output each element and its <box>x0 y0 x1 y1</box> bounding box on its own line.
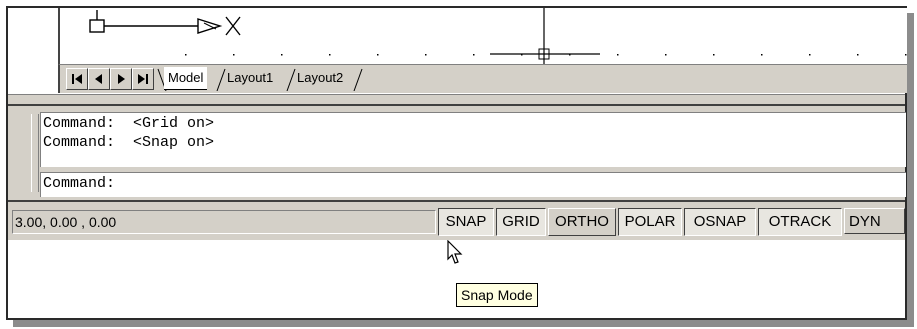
tab-model[interactable]: Model <box>164 67 208 90</box>
command-input[interactable]: Command: <box>40 172 906 197</box>
tab-edge <box>353 68 363 91</box>
ortho-toggle-button[interactable]: ORTHO <box>548 208 616 236</box>
grid-dot <box>857 54 859 56</box>
grid-dot <box>473 54 475 56</box>
polar-toggle-button[interactable]: POLAR <box>618 208 682 236</box>
grid-dot <box>233 54 235 56</box>
drawing-canvas[interactable] <box>58 8 907 64</box>
command-window-grip[interactable] <box>31 114 39 192</box>
first-tab-button[interactable] <box>66 68 88 90</box>
tab-layout2[interactable]: Layout2 <box>293 67 347 89</box>
prev-tab-icon <box>95 74 102 84</box>
snap-toggle-button[interactable]: SNAP <box>438 208 494 236</box>
command-prompt: Command: <box>43 115 116 132</box>
status-bar: 3.00, 0.00 , 0.00 SNAP GRID ORTHO POLAR … <box>8 200 905 240</box>
autocad-window: Model Layout1 Layout2 Command: <Grid on>… <box>6 6 907 320</box>
otrack-toggle-button[interactable]: OTRACK <box>758 208 842 236</box>
command-history: Command: <Grid on> Command: <Snap on> <box>40 112 906 167</box>
command-window: Command: <Grid on> Command: <Snap on> Co… <box>8 104 906 201</box>
grid-dot <box>329 54 331 56</box>
grid-dot <box>809 54 811 56</box>
mouse-pointer-icon <box>447 239 465 271</box>
grid-dot <box>761 54 763 56</box>
command-message: <Grid on> <box>133 115 215 132</box>
snap-mode-tooltip: Snap Mode <box>456 283 538 307</box>
command-input-prompt: Command: <box>43 175 116 192</box>
osnap-toggle-button[interactable]: OSNAP <box>684 208 756 236</box>
left-margin <box>8 8 58 98</box>
grid-dot <box>185 54 187 56</box>
drawing-svg <box>89 8 907 64</box>
first-tab-icon <box>72 74 82 84</box>
command-history-line: Command: <Snap on> <box>43 134 214 151</box>
grid-toggle-button[interactable]: GRID <box>496 208 546 236</box>
grid-dot <box>617 54 619 56</box>
dyn-toggle-button[interactable]: DYN <box>844 208 905 234</box>
command-message: <Snap on> <box>133 134 215 151</box>
grid-dot <box>377 54 379 56</box>
prev-tab-button[interactable] <box>88 68 110 90</box>
grid-dot <box>569 54 571 56</box>
grid-dot <box>905 54 907 56</box>
command-prompt: Command: <box>43 134 116 151</box>
next-tab-icon <box>118 74 125 84</box>
last-tab-button[interactable] <box>132 68 154 90</box>
tab-layout1[interactable]: Layout1 <box>223 67 277 89</box>
grid-dot <box>521 54 523 56</box>
grid-dot <box>665 54 667 56</box>
next-tab-button[interactable] <box>110 68 132 90</box>
coordinate-display[interactable]: 3.00, 0.00 , 0.00 <box>12 210 436 234</box>
grid-dot <box>713 54 715 56</box>
command-history-line: Command: <Grid on> <box>43 115 214 132</box>
layout-tab-bar: Model Layout1 Layout2 <box>58 64 907 93</box>
last-tab-icon <box>138 74 148 84</box>
grid-dot <box>281 54 283 56</box>
grid-dot <box>425 54 427 56</box>
ucs-origin-box <box>89 19 105 33</box>
